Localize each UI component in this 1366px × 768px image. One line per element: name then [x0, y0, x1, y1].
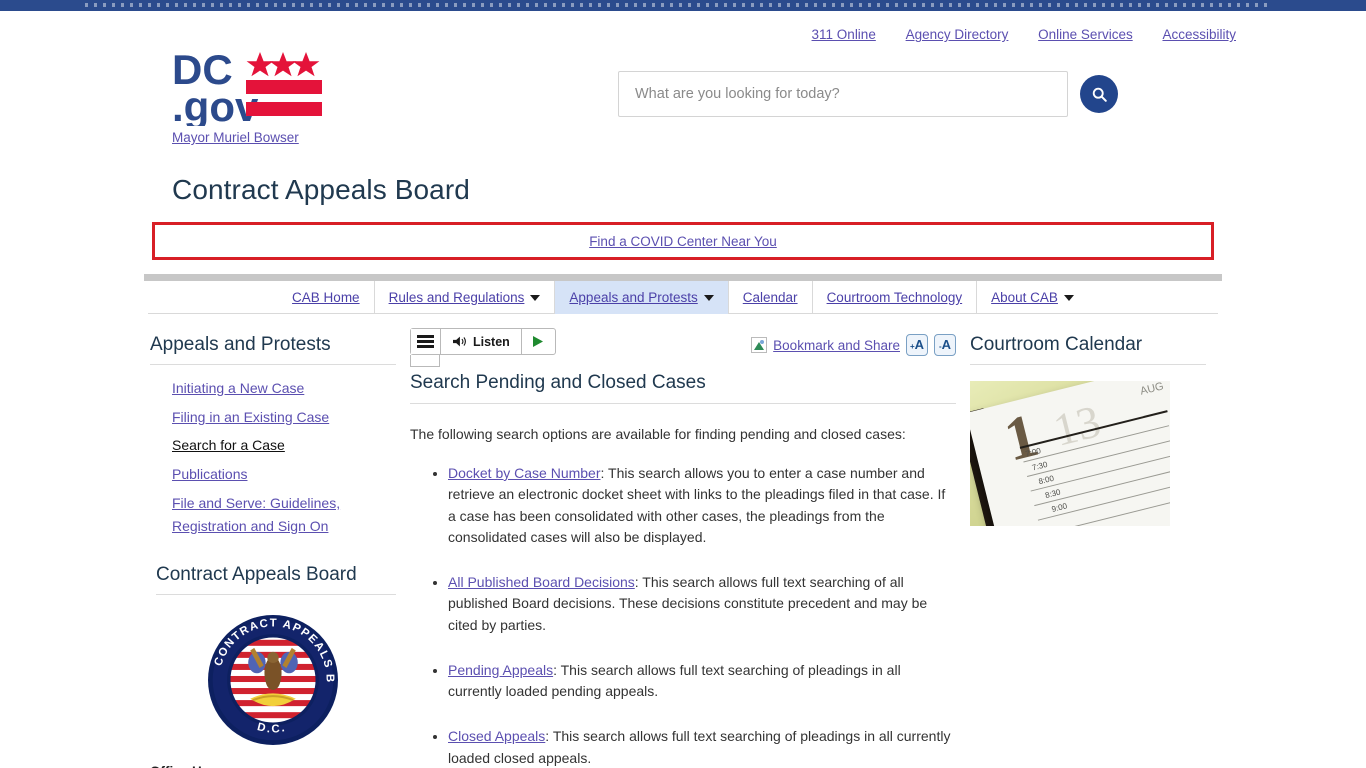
list-item: Pending Appeals: This search allows full…	[448, 660, 956, 703]
share-and-font-controls: Bookmark and Share + A -A	[751, 328, 956, 356]
nav-item-courtroom-technology[interactable]: Courtroom Technology	[811, 281, 977, 314]
sidebar-link-list: Initiating a New Case Filing in an Exist…	[150, 378, 396, 538]
play-button[interactable]	[522, 329, 555, 354]
broken-image-icon	[751, 337, 768, 353]
main-content: Listen Bookmark and Share + A - A Search…	[396, 322, 956, 768]
nav-item-about-cab[interactable]: About CAB	[976, 281, 1088, 314]
option-link-all-published-board-decisions[interactable]: All Published Board Decisions	[448, 574, 635, 590]
list-item: Publications	[172, 464, 396, 487]
sidebar-item-search-for-a-case[interactable]: Search for a Case	[172, 437, 285, 453]
search-icon	[1092, 87, 1107, 102]
speaker-icon	[453, 336, 466, 347]
page-root: 311 Online Agency Directory Online Servi…	[0, 11, 1366, 768]
nav-link-cab-home[interactable]: CAB Home	[292, 290, 360, 305]
list-item: Search for a Case	[172, 435, 396, 458]
list-item: Filing in an Existing Case	[172, 407, 396, 430]
bookmark-and-share-link[interactable]: Bookmark and Share	[773, 338, 900, 353]
nav-link-calendar[interactable]: Calendar	[743, 290, 798, 305]
font-increase-button[interactable]: + A	[906, 334, 928, 356]
nav-link-about-cab[interactable]: About CAB	[991, 290, 1058, 305]
nav-item-rules-and-regulations[interactable]: Rules and Regulations	[373, 281, 555, 314]
contract-appeals-board-seal-icon: CONTRACT APPEALS BOARD D.C.	[201, 604, 338, 746]
content-lead-paragraph: The following search options are availab…	[410, 426, 906, 442]
main-navigation: CAB Home Rules and Regulations Appeals a…	[148, 281, 1218, 314]
play-icon	[533, 336, 544, 347]
dc-gov-logo-block[interactable]: DC .gov Mayor Muriel Bowser	[172, 48, 332, 145]
sidebar-board-heading: Contract Appeals Board	[156, 564, 396, 596]
sidebar-item-filing-in-an-existing-case[interactable]: Filing in an Existing Case	[172, 409, 329, 425]
list-item: Docket by Case Number: This search allow…	[448, 463, 956, 548]
listen-label: Listen	[473, 334, 510, 349]
office-hours-title: Office Hours	[150, 764, 396, 768]
list-item: Closed Appeals: This search allows full …	[448, 726, 956, 768]
page-title: Contract Appeals Board	[172, 174, 470, 205]
list-item: Initiating a New Case	[172, 378, 396, 401]
search-input[interactable]	[618, 71, 1068, 117]
sidebar-heading: Appeals and Protests	[150, 334, 396, 365]
listen-button[interactable]: Listen	[441, 329, 522, 354]
option-link-closed-appeals[interactable]: Closed Appeals	[448, 728, 545, 744]
top-decorative-bar	[0, 0, 1366, 11]
utility-link-agency-directory[interactable]: Agency Directory	[906, 27, 1009, 42]
utility-link-311-online[interactable]: 311 Online	[812, 27, 876, 42]
listen-widget-tab	[410, 355, 440, 367]
courtroom-calendar-heading: Courtroom Calendar	[970, 334, 1206, 365]
right-sidebar: Courtroom Calendar AUG 13 1 7:00 7:30 8:…	[956, 322, 1206, 768]
listen-widget[interactable]: Listen	[410, 328, 556, 367]
nav-item-calendar[interactable]: Calendar	[727, 281, 812, 314]
sidebar-item-file-and-serve[interactable]: File and Serve: Guidelines, Registration…	[172, 495, 340, 534]
font-decrease-letter: A	[941, 337, 952, 352]
utility-link-online-services[interactable]: Online Services	[1038, 27, 1133, 42]
menu-hamburger-icon[interactable]	[411, 329, 441, 354]
covid-banner: Find a COVID Center Near You	[152, 222, 1214, 260]
masthead: DC .gov Mayor Muriel Bowser	[0, 42, 1366, 160]
font-increase-letter: A	[914, 337, 925, 352]
nav-item-cab-home[interactable]: CAB Home	[278, 281, 374, 314]
nav-link-courtroom-technology[interactable]: Courtroom Technology	[827, 290, 963, 305]
left-sidebar: Appeals and Protests Initiating a New Ca…	[148, 322, 396, 768]
chevron-down-icon	[530, 294, 541, 301]
sidebar-item-publications[interactable]: Publications	[172, 466, 248, 482]
content-heading: Search Pending and Closed Cases	[410, 372, 956, 404]
mayor-link[interactable]: Mayor Muriel Bowser	[172, 130, 332, 145]
list-item: File and Serve: Guidelines, Registration…	[172, 493, 396, 538]
option-link-pending-appeals[interactable]: Pending Appeals	[448, 662, 553, 678]
topbar-dot-pattern	[85, 3, 1271, 7]
list-item: All Published Board Decisions: This sear…	[448, 572, 956, 636]
courtroom-calendar-image[interactable]: AUG 13 1 7:00 7:30 8:00 8:30 9:00	[970, 381, 1170, 526]
site-search	[618, 71, 1118, 117]
gray-divider	[144, 274, 1222, 281]
dc-gov-logo-icon: DC .gov	[172, 48, 322, 126]
search-button[interactable]	[1080, 75, 1118, 113]
nav-link-appeals-and-protests[interactable]: Appeals and Protests	[569, 290, 697, 305]
content-columns: Appeals and Protests Initiating a New Ca…	[148, 314, 1218, 768]
option-link-docket-by-case-number[interactable]: Docket by Case Number	[448, 465, 601, 481]
chevron-down-icon	[1063, 294, 1074, 301]
sidebar-item-initiating-a-new-case[interactable]: Initiating a New Case	[172, 380, 304, 396]
content-toolbar: Listen Bookmark and Share + A - A	[410, 322, 956, 367]
font-decrease-button[interactable]: -A	[934, 334, 956, 356]
nav-item-appeals-and-protests[interactable]: Appeals and Protests	[554, 281, 728, 314]
chevron-down-icon	[703, 294, 714, 301]
nav-link-rules-and-regulations[interactable]: Rules and Regulations	[389, 290, 525, 305]
search-options-list: Docket by Case Number: This search allow…	[410, 463, 956, 768]
svg-text:.gov: .gov	[172, 83, 259, 126]
utility-link-accessibility[interactable]: Accessibility	[1162, 27, 1236, 42]
covid-banner-link[interactable]: Find a COVID Center Near You	[589, 234, 777, 249]
cab-seal-wrap: CONTRACT APPEALS BOARD D.C.	[150, 595, 396, 752]
utility-nav: 311 Online Agency Directory Online Servi…	[0, 11, 1366, 42]
